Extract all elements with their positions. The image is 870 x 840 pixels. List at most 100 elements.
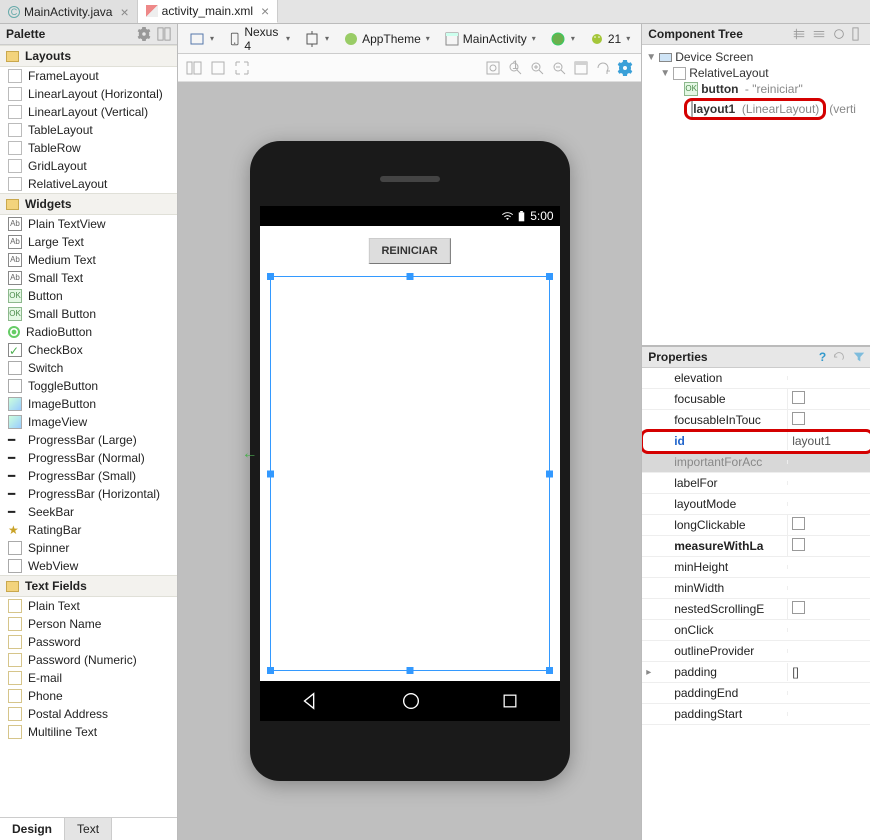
palette-item[interactable]: Switch bbox=[0, 359, 177, 377]
property-row[interactable]: importantForAcc bbox=[642, 452, 870, 473]
settings-gear-icon[interactable] bbox=[617, 60, 633, 76]
arrange-icon[interactable] bbox=[157, 27, 171, 41]
orientation-button[interactable]: ▾ bbox=[299, 28, 334, 50]
activity-selector[interactable]: MainActivity▾ bbox=[439, 28, 541, 50]
palette-item[interactable]: ImageView bbox=[0, 413, 177, 431]
palette-item[interactable]: AbSmall Text bbox=[0, 269, 177, 287]
gear-icon[interactable] bbox=[137, 27, 151, 41]
zoom-actual-icon[interactable]: 1 bbox=[507, 60, 523, 76]
arrange-icon[interactable] bbox=[852, 27, 866, 41]
palette-item[interactable]: ━ProgressBar (Normal) bbox=[0, 449, 177, 467]
api-selector[interactable]: 21▾ bbox=[584, 28, 635, 50]
expand-icon[interactable] bbox=[234, 60, 250, 76]
property-value[interactable]: layout1 bbox=[792, 434, 831, 448]
palette-item[interactable]: LinearLayout (Horizontal) bbox=[0, 85, 177, 103]
palette-item[interactable]: WebView bbox=[0, 557, 177, 575]
palette-group[interactable]: Widgets bbox=[0, 193, 177, 215]
palette-item[interactable]: ImageButton bbox=[0, 395, 177, 413]
palette-item[interactable]: Password bbox=[0, 633, 177, 651]
layout-preview[interactable]: REINICIAR ← bbox=[260, 226, 560, 681]
palette-item[interactable]: ★RatingBar bbox=[0, 521, 177, 539]
resize-handle[interactable] bbox=[267, 273, 274, 280]
property-row[interactable]: idlayout1 bbox=[642, 431, 870, 452]
text-tab[interactable]: Text bbox=[65, 818, 112, 840]
selection-box[interactable] bbox=[270, 276, 550, 671]
resize-handle[interactable] bbox=[406, 273, 413, 280]
design-tab[interactable]: Design bbox=[0, 818, 65, 840]
device-selector[interactable]: Nexus 4▾ bbox=[223, 22, 295, 56]
tab-activity-main-xml[interactable]: activity_main.xml × bbox=[138, 0, 279, 23]
palette-item[interactable]: Postal Address bbox=[0, 705, 177, 723]
expand-arrow-icon[interactable]: ▸ bbox=[642, 667, 654, 678]
tree-node-button[interactable]: OK button - "reiniciar" bbox=[646, 81, 870, 97]
palette-item[interactable]: Phone bbox=[0, 687, 177, 705]
palette-item[interactable]: LinearLayout (Vertical) bbox=[0, 103, 177, 121]
palette-item[interactable]: Person Name bbox=[0, 615, 177, 633]
zoom-in-icon[interactable] bbox=[529, 60, 545, 76]
property-row[interactable]: minHeight bbox=[642, 557, 870, 578]
zoom-out-icon[interactable] bbox=[551, 60, 567, 76]
palette-list[interactable]: LayoutsFrameLayoutLinearLayout (Horizont… bbox=[0, 45, 177, 817]
palette-item[interactable]: Password (Numeric) bbox=[0, 651, 177, 669]
resize-handle[interactable] bbox=[267, 667, 274, 674]
property-row[interactable]: elevation bbox=[642, 368, 870, 389]
property-row[interactable]: onClick bbox=[642, 620, 870, 641]
resize-handle[interactable] bbox=[406, 667, 413, 674]
zoom-fit-icon[interactable] bbox=[485, 60, 501, 76]
palette-group[interactable]: Layouts bbox=[0, 45, 177, 67]
palette-item[interactable]: TableLayout bbox=[0, 121, 177, 139]
tree-node-layout1[interactable]: layout1 (LinearLayout) (verti bbox=[646, 97, 870, 121]
property-checkbox[interactable] bbox=[792, 601, 805, 614]
property-checkbox[interactable] bbox=[792, 538, 805, 551]
tab-main-activity-java[interactable]: C MainActivity.java × bbox=[0, 0, 138, 23]
property-checkbox[interactable] bbox=[792, 391, 805, 404]
palette-item[interactable]: ✓CheckBox bbox=[0, 341, 177, 359]
palette-item[interactable]: GridLayout bbox=[0, 157, 177, 175]
palette-item[interactable]: OKButton bbox=[0, 287, 177, 305]
tree-node-relativelayout[interactable]: ▼ RelativeLayout bbox=[646, 65, 870, 81]
locale-button[interactable]: ▾ bbox=[545, 28, 580, 50]
collapse-all-icon[interactable] bbox=[812, 27, 826, 41]
palette-item[interactable]: E-mail bbox=[0, 669, 177, 687]
palette-group[interactable]: Text Fields bbox=[0, 575, 177, 597]
component-tree[interactable]: ▼ Device Screen ▼ RelativeLayout OK butt… bbox=[642, 45, 870, 345]
design-canvas[interactable]: 5:00 REINICIAR ← bbox=[178, 82, 641, 840]
property-row[interactable]: outlineProvider bbox=[642, 641, 870, 662]
properties-table[interactable]: elevationfocusablefocusableInToucidlayou… bbox=[642, 368, 870, 840]
close-icon[interactable]: × bbox=[261, 3, 269, 19]
palette-item[interactable]: TableRow bbox=[0, 139, 177, 157]
property-row[interactable]: nestedScrollingE bbox=[642, 599, 870, 620]
palette-item[interactable]: AbLarge Text bbox=[0, 233, 177, 251]
palette-toggle-icon[interactable] bbox=[186, 60, 202, 76]
resize-handle[interactable] bbox=[546, 273, 553, 280]
palette-item[interactable]: AbMedium Text bbox=[0, 251, 177, 269]
viewport-icon[interactable] bbox=[210, 60, 226, 76]
palette-item[interactable]: RelativeLayout bbox=[0, 175, 177, 193]
property-row[interactable]: paddingEnd bbox=[642, 683, 870, 704]
property-row[interactable]: measureWithLa bbox=[642, 536, 870, 557]
palette-item[interactable]: ━ProgressBar (Horizontal) bbox=[0, 485, 177, 503]
palette-item[interactable]: ━SeekBar bbox=[0, 503, 177, 521]
undo-icon[interactable] bbox=[832, 350, 846, 364]
filter-icon[interactable] bbox=[852, 350, 866, 364]
palette-item[interactable]: ━ProgressBar (Small) bbox=[0, 467, 177, 485]
theme-selector[interactable]: AppTheme▾ bbox=[338, 28, 435, 50]
expand-arrow-icon[interactable]: ▼ bbox=[660, 68, 670, 79]
reiniciar-button[interactable]: REINICIAR bbox=[368, 238, 450, 264]
property-value[interactable]: [] bbox=[792, 665, 799, 679]
resize-handle[interactable] bbox=[546, 470, 553, 477]
palette-item[interactable]: OKSmall Button bbox=[0, 305, 177, 323]
expand-arrow-icon[interactable]: ▼ bbox=[646, 52, 656, 63]
property-row[interactable]: focusable bbox=[642, 389, 870, 410]
property-row[interactable]: paddingStart bbox=[642, 704, 870, 725]
palette-item[interactable]: ToggleButton bbox=[0, 377, 177, 395]
property-checkbox[interactable] bbox=[792, 412, 805, 425]
property-row[interactable]: labelFor bbox=[642, 473, 870, 494]
palette-item[interactable]: AbPlain TextView bbox=[0, 215, 177, 233]
palette-item[interactable]: RadioButton bbox=[0, 323, 177, 341]
palette-item[interactable]: Spinner bbox=[0, 539, 177, 557]
resize-handle[interactable] bbox=[267, 470, 274, 477]
palette-item[interactable]: FrameLayout bbox=[0, 67, 177, 85]
resize-handle[interactable] bbox=[546, 667, 553, 674]
property-row[interactable]: ▸padding[] bbox=[642, 662, 870, 683]
